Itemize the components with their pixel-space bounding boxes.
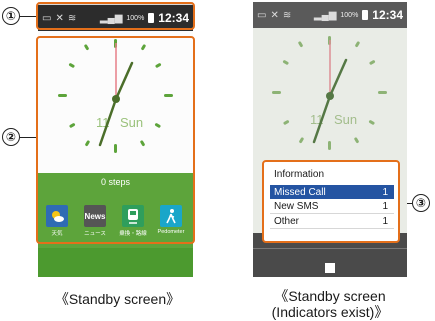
callout-1-leader: [20, 16, 36, 18]
signal-icon: ▂▄▆: [313, 9, 337, 21]
status-bar-highlight: [36, 2, 195, 30]
dock-area: [38, 248, 193, 277]
info-row-label: Missed Call: [274, 186, 326, 198]
info-row-new-sms[interactable]: New SMS 1: [270, 200, 394, 214]
callout-2: ②: [2, 128, 20, 146]
callout-1: ①: [2, 7, 20, 25]
info-row-missed-call[interactable]: Missed Call 1: [270, 185, 394, 199]
info-row-label: Other: [274, 216, 300, 227]
caption-standby: 《Standby screen》: [54, 291, 181, 307]
info-row-label: New SMS: [274, 201, 319, 212]
info-row-count: 1: [382, 216, 388, 227]
nav-divider: [253, 248, 407, 249]
info-row-count: 1: [382, 201, 388, 212]
callout-3: ③: [412, 194, 430, 212]
mute-icon: ✕: [270, 9, 279, 21]
info-row-other[interactable]: Other 1: [270, 215, 394, 229]
information-panel: Information Missed Call 1 New SMS 1 Othe…: [262, 160, 400, 243]
home-button[interactable]: [325, 263, 335, 273]
sim-icon: ▭: [257, 9, 267, 21]
information-title: Information: [274, 169, 325, 180]
caption-standby-indicators-line1: 《Standby screen: [274, 288, 386, 304]
status-bar: ▭ ✕ ≋ ▂▄▆ 100% 12:34: [253, 2, 407, 28]
clock-weekday: Sun: [334, 112, 357, 127]
callout-2-leader: [20, 137, 36, 139]
vibrate-icon: ≋: [282, 9, 292, 21]
battery-percent: 100%: [340, 11, 359, 19]
info-row-count: 1: [382, 186, 388, 198]
home-body-highlight: [36, 36, 195, 244]
status-time: 12:34: [372, 8, 403, 22]
caption-standby-indicators-line2: (Indicators exist)》: [271, 304, 389, 320]
battery-icon: [362, 10, 369, 20]
